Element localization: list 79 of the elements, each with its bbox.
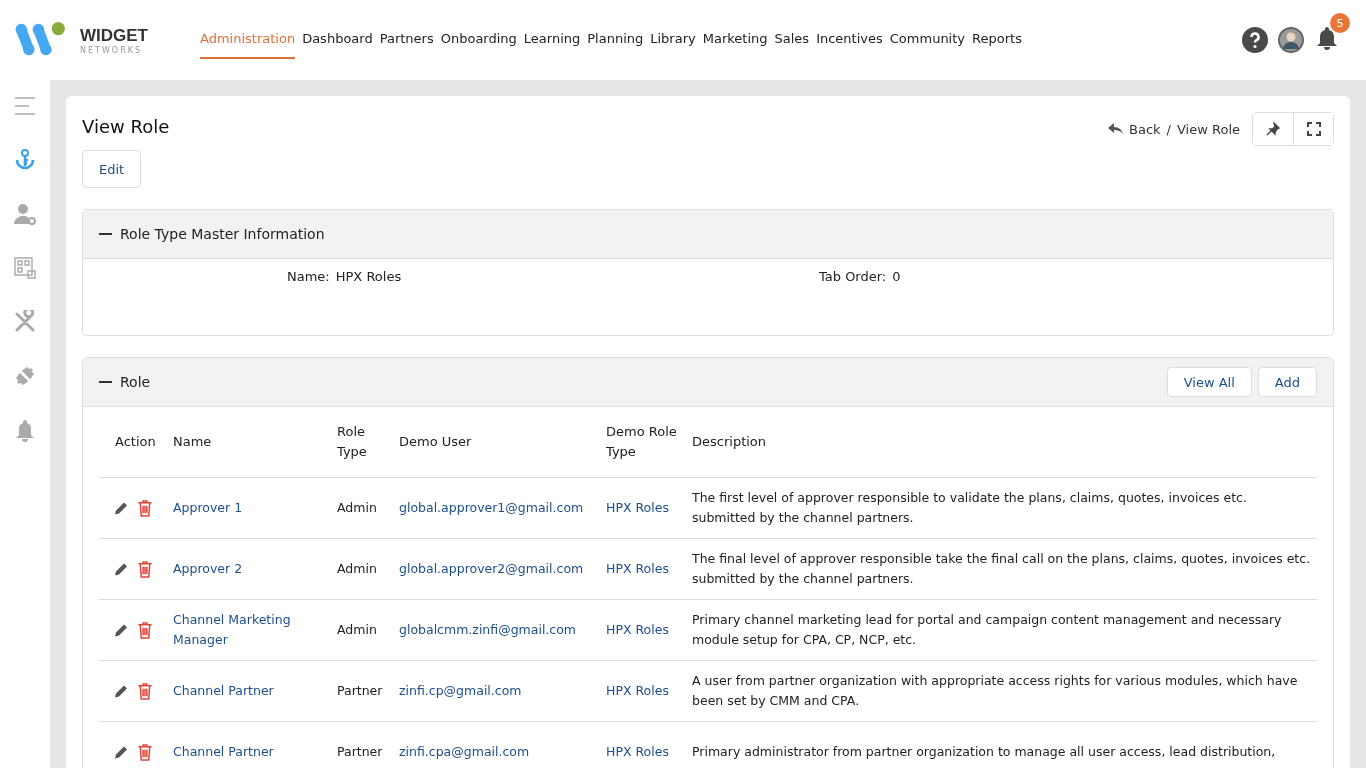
page-title: View Role xyxy=(82,116,170,137)
trash-icon[interactable] xyxy=(137,561,153,578)
pencil-icon[interactable] xyxy=(113,561,129,578)
panel-button[interactable]: View All xyxy=(1166,367,1252,397)
role-type-link[interactable]: HPX Roles xyxy=(606,500,669,515)
role-type-link[interactable]: HPX Roles xyxy=(606,561,669,576)
nav-tab[interactable]: Learning xyxy=(523,0,581,59)
fullscreen-button[interactable] xyxy=(1293,113,1333,145)
trash-icon[interactable] xyxy=(137,500,153,517)
reply-icon[interactable] xyxy=(1108,123,1125,135)
panel-title[interactable]: Role Type Master Information xyxy=(99,226,325,242)
pencil-icon[interactable] xyxy=(113,683,129,700)
back-link[interactable]: Back xyxy=(1108,121,1161,137)
grid-icon[interactable] xyxy=(13,256,37,280)
nav-tab[interactable]: Reports xyxy=(972,0,1022,59)
column-header: Demo Role Type xyxy=(600,407,686,478)
pencil-icon[interactable] xyxy=(113,500,129,517)
email-link[interactable]: global.approver2@gmail.com xyxy=(399,561,584,576)
edit-button[interactable]: Edit xyxy=(82,150,142,188)
email-link[interactable]: globalcmm.zinfi@gmail.com xyxy=(399,622,577,637)
role-type-link[interactable]: HPX Roles xyxy=(606,744,669,759)
email-link[interactable]: global.approver1@gmail.com xyxy=(399,500,584,515)
notification-count: 5 xyxy=(1330,13,1350,33)
column-header: Description xyxy=(686,407,1317,478)
table-cell: Primary administrator from partner organization to manage all user access, lead distribution, xyxy=(686,721,1317,768)
help-icon[interactable] xyxy=(1242,27,1268,53)
brand-tagline: NETWORKS xyxy=(80,45,143,55)
role-type-link[interactable]: HPX Roles xyxy=(606,683,669,698)
avatar-icon[interactable] xyxy=(1278,27,1304,53)
breadcrumb-current: View Role xyxy=(1177,121,1240,137)
key-icon[interactable] xyxy=(13,148,37,172)
nav-tab[interactable]: Dashboard xyxy=(302,0,373,59)
brand-name: WIDGET xyxy=(80,25,148,46)
table-cell: Primary channel marketing lead for portal and campaign content management and necessary module setup for CPA, CP, NCP, etc. xyxy=(686,599,1317,661)
table-cell: Partner xyxy=(331,660,393,722)
fullscreen-icon[interactable] xyxy=(1306,122,1321,136)
table-cell: A user from partner organization with appropriate access rights for various modules, which have been set by CMM and CPA. xyxy=(686,660,1317,722)
role-link[interactable]: Channel Marketing Manager xyxy=(173,610,325,650)
table-cell: Partner xyxy=(331,721,393,768)
field-label: Name: xyxy=(287,269,330,286)
role-type-link[interactable]: HPX Roles xyxy=(606,622,669,637)
email-link[interactable]: zinfi.cpa@gmail.com xyxy=(399,744,530,759)
nav-tab[interactable]: Sales xyxy=(774,0,810,59)
field-value: HPX Roles xyxy=(335,269,402,286)
field-value: 0 xyxy=(892,269,901,286)
breadcrumb-separator: / xyxy=(1166,121,1171,137)
email-link[interactable]: zinfi.cp@gmail.com xyxy=(399,683,522,698)
nav-tab[interactable]: Community xyxy=(889,0,966,59)
pencil-icon[interactable] xyxy=(113,622,129,639)
role-link[interactable]: Channel Partner xyxy=(173,742,325,762)
user-gear-icon[interactable] xyxy=(13,202,37,226)
column-header: Role Type xyxy=(331,407,393,478)
field-label: Tab Order: xyxy=(819,269,887,286)
plug-icon[interactable] xyxy=(13,364,37,388)
nav-tab[interactable]: Onboarding xyxy=(440,0,517,59)
table-cell: Admin xyxy=(331,538,393,600)
tools-icon[interactable] xyxy=(13,310,37,334)
panel-title[interactable]: Role xyxy=(99,374,151,390)
table-cell: The first level of approver responsible to validate the plans, claims, quotes, invoices etc. submitted by the channel partners. xyxy=(686,477,1317,539)
table-cell: Admin xyxy=(331,599,393,661)
column-header: Action xyxy=(99,407,167,478)
column-header: Name xyxy=(167,407,331,478)
role-link[interactable]: Approver 2 xyxy=(173,559,325,579)
trash-icon[interactable] xyxy=(137,622,153,639)
table-cell: The final level of approver responsible take the final call on the plans, claims, quotes, invoices etc. submitted by the channel partners. xyxy=(686,538,1317,600)
nav-tab[interactable]: Incentives xyxy=(816,0,883,59)
table-cell: Admin xyxy=(331,477,393,539)
panel-button[interactable]: Add xyxy=(1257,367,1317,397)
role-link[interactable]: Approver 1 xyxy=(173,498,325,518)
trash-icon[interactable] xyxy=(137,744,153,761)
column-header: Demo User xyxy=(393,407,600,478)
nav-tab[interactable]: Library xyxy=(650,0,696,59)
nav-tab[interactable]: Partners xyxy=(379,0,434,59)
nav-tab[interactable]: Marketing xyxy=(702,0,768,59)
role-link[interactable]: Channel Partner xyxy=(173,681,325,701)
trash-icon[interactable] xyxy=(137,683,153,700)
pencil-icon[interactable] xyxy=(113,744,129,761)
pin-icon[interactable] xyxy=(1266,122,1280,136)
nav-tab[interactable]: Planning xyxy=(587,0,644,59)
